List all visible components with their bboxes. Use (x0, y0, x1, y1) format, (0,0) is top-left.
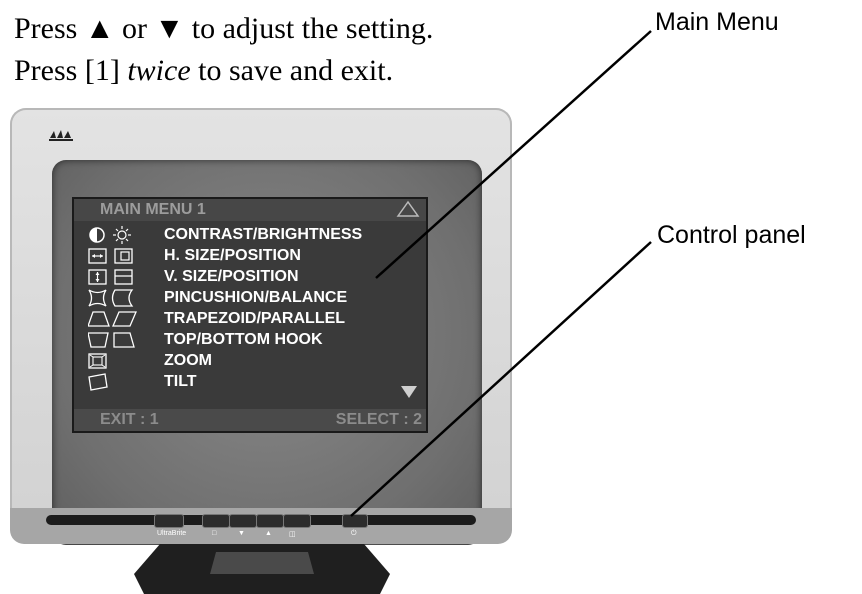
callout-leader-lines (350, 30, 652, 517)
